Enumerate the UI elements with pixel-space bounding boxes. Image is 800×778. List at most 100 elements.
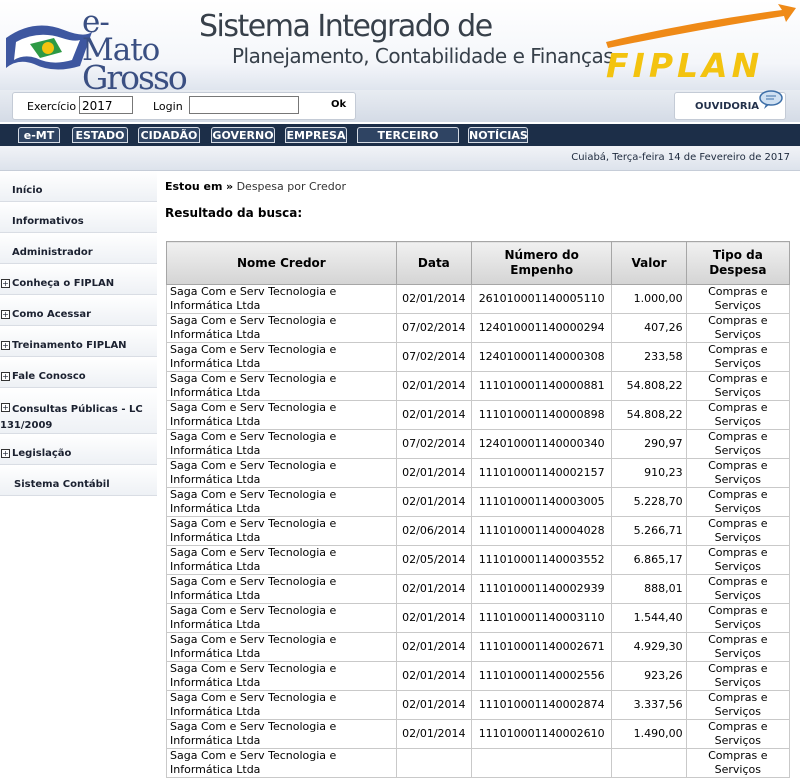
tab-governo[interactable]: GOVERNO bbox=[211, 127, 275, 143]
tab-noticias[interactable]: NOTÍCIAS bbox=[468, 127, 528, 143]
cell-valor: 54.808,22 bbox=[611, 371, 687, 401]
fiplan-logo[interactable]: FIPLAN bbox=[606, 46, 763, 85]
tab-empresa[interactable]: EMPRESA bbox=[285, 127, 347, 143]
flag-icon bbox=[6, 25, 92, 70]
cell-numero-empenho: 111010001140002939 bbox=[470, 574, 613, 604]
cell-valor: 5.228,70 bbox=[611, 487, 687, 517]
table-row: Saga Com e Serv Tecnologia e Informática… bbox=[166, 516, 791, 546]
sidebar-item-administrador[interactable]: Administrador bbox=[0, 233, 157, 264]
tab-estado[interactable]: ESTADO bbox=[72, 127, 128, 143]
sidebar-item-inicio[interactable]: Início bbox=[0, 171, 157, 202]
sidebar-item-label: Treinamento FIPLAN bbox=[12, 340, 127, 351]
login-form: Exercício 2017 Login Ok bbox=[12, 92, 356, 120]
cell-valor: 1.490,00 bbox=[611, 719, 687, 749]
sidebar-item-sistema-contabil[interactable]: Sistema Contábil bbox=[0, 465, 157, 496]
sidebar-item-label: Informativos bbox=[12, 216, 84, 227]
sidebar-item-label: Sistema Contábil bbox=[14, 479, 110, 490]
cell-data: 02/01/2014 bbox=[395, 719, 472, 749]
cell-valor: 54.808,22 bbox=[611, 400, 687, 430]
table-row: Saga Com e Serv Tecnologia e Informática… bbox=[166, 487, 791, 517]
exercicio-input[interactable]: 2017 bbox=[79, 96, 133, 114]
cell-data: 07/02/2014 bbox=[395, 313, 472, 343]
logo-wordmark: e-Mato Grosso bbox=[82, 4, 188, 95]
cell-nome-credor: Saga Com e Serv Tecnologia e Informática… bbox=[166, 632, 397, 662]
cell-nome-credor: Saga Com e Serv Tecnologia e Informática… bbox=[166, 458, 397, 488]
cell-numero-empenho: 111010001140002556 bbox=[470, 661, 613, 691]
expand-icon[interactable]: + bbox=[1, 279, 10, 288]
sidebar-item-label: Legislação bbox=[12, 448, 72, 459]
cell-numero-empenho: 111010001140003005 bbox=[470, 487, 613, 517]
main-nav: e-MT ESTADO CIDADÃO GOVERNO EMPRESA TERC… bbox=[0, 124, 800, 158]
cell-tipo-despesa: Compras e Serviços bbox=[685, 690, 791, 720]
cell-valor: 6.865,17 bbox=[611, 545, 687, 575]
login-bar: Exercício 2017 Login Ok OUVIDORIA bbox=[0, 90, 800, 122]
col-nome-credor[interactable]: Nome Credor bbox=[166, 241, 397, 285]
cell-numero-empenho: 111010001140000881 bbox=[470, 371, 613, 401]
sidebar-item-consultas-publicas[interactable]: + Consultas Públicas - LC 131/2009 bbox=[0, 388, 157, 434]
expand-icon[interactable]: + bbox=[1, 341, 10, 350]
cell-nome-credor: Saga Com e Serv Tecnologia e Informática… bbox=[166, 574, 397, 604]
result-title: Resultado da busca: bbox=[165, 206, 303, 220]
cell-valor: 4.929,30 bbox=[611, 632, 687, 662]
col-numero-empenho[interactable]: Número do Empenho bbox=[470, 241, 613, 285]
cell-nome-credor: Saga Com e Serv Tecnologia e Informática… bbox=[166, 371, 397, 401]
sidebar-item-legislacao[interactable]: + Legislação bbox=[0, 434, 157, 465]
tab-emt[interactable]: e-MT bbox=[18, 127, 60, 143]
cell-data: 02/05/2014 bbox=[395, 545, 472, 575]
col-label: Número do Empenho bbox=[504, 248, 579, 277]
table-row: Saga Com e Serv Tecnologia e Informática… bbox=[166, 632, 791, 662]
table-row: Saga Com e Serv Tecnologia e Informática… bbox=[166, 545, 791, 575]
cell-tipo-despesa: Compras e Serviços bbox=[685, 719, 791, 749]
cell-numero-empenho: 261010001140005110 bbox=[470, 284, 613, 314]
cell-nome-credor: Saga Com e Serv Tecnologia e Informática… bbox=[166, 603, 397, 633]
date-strip: Cuiabá, Terça-feira 14 de Fevereiro de 2… bbox=[0, 146, 800, 171]
login-label: Login bbox=[153, 100, 183, 113]
emt-logo[interactable]: e-Mato Grosso bbox=[0, 0, 188, 94]
breadcrumb-label: Estou em bbox=[165, 180, 223, 193]
col-valor[interactable]: Valor bbox=[611, 241, 687, 285]
cell-data: 02/01/2014 bbox=[395, 574, 472, 604]
cell-nome-credor: Saga Com e Serv Tecnologia e Informática… bbox=[166, 719, 397, 749]
cell-tipo-despesa: Compras e Serviços bbox=[685, 371, 791, 401]
ok-button[interactable]: Ok bbox=[331, 99, 346, 110]
table-body: Saga Com e Serv Tecnologia e Informática… bbox=[166, 284, 791, 778]
cell-valor: 888,01 bbox=[611, 574, 687, 604]
cell-tipo-despesa: Compras e Serviços bbox=[685, 313, 791, 343]
cell-nome-credor: Saga Com e Serv Tecnologia e Informática… bbox=[166, 748, 397, 778]
expand-icon[interactable]: + bbox=[1, 449, 10, 458]
col-tipo-despesa[interactable]: Tipo da Despesa bbox=[685, 241, 791, 285]
expand-icon[interactable]: + bbox=[1, 310, 10, 319]
expand-icon[interactable]: + bbox=[1, 372, 10, 381]
cell-tipo-despesa: Compras e Serviços bbox=[685, 632, 791, 662]
tab-cidadao[interactable]: CIDADÃO bbox=[138, 127, 200, 143]
breadcrumb: Estou em » Despesa por Credor bbox=[165, 180, 346, 193]
cell-numero-empenho: 111010001140002610 bbox=[470, 719, 613, 749]
cell-numero-empenho: 124010001140000294 bbox=[470, 313, 613, 343]
table-row: Saga Com e Serv Tecnologia e Informática… bbox=[166, 284, 791, 314]
cell-valor: 910,23 bbox=[611, 458, 687, 488]
sidebar-item-treinamento[interactable]: + Treinamento FIPLAN bbox=[0, 326, 157, 357]
cell-numero-empenho: 111010001140004028 bbox=[470, 516, 613, 546]
col-label: Valor bbox=[631, 255, 667, 270]
cell-data: 02/01/2014 bbox=[395, 603, 472, 633]
login-input[interactable] bbox=[189, 96, 299, 114]
cell-valor: 1.544,40 bbox=[611, 603, 687, 633]
sidebar-item-como-acessar[interactable]: + Como Acessar bbox=[0, 295, 157, 326]
sidebar-item-informativos[interactable]: Informativos bbox=[0, 202, 157, 233]
logo-line1: e-Mato bbox=[82, 4, 160, 68]
cell-data: 02/01/2014 bbox=[395, 458, 472, 488]
cell-numero-empenho: 124010001140000340 bbox=[470, 429, 613, 459]
cell-valor: 1.000,00 bbox=[611, 284, 687, 314]
cell-tipo-despesa: Compras e Serviços bbox=[685, 661, 791, 691]
table-row: Saga Com e Serv Tecnologia e Informática… bbox=[166, 748, 791, 778]
speech-bubble-icon[interactable] bbox=[758, 90, 784, 110]
cell-valor: 5.266,71 bbox=[611, 516, 687, 546]
tab-terceiro-setor[interactable]: TERCEIRO SETOR bbox=[357, 127, 459, 158]
table-row: Saga Com e Serv Tecnologia e Informática… bbox=[166, 719, 791, 749]
sidebar-item-conheca[interactable]: + Conheça o FIPLAN bbox=[0, 264, 157, 295]
cell-tipo-despesa: Compras e Serviços bbox=[685, 574, 791, 604]
cell-numero-empenho: 111010001140002157 bbox=[470, 458, 613, 488]
col-data[interactable]: Data bbox=[395, 241, 472, 285]
table-row: Saga Com e Serv Tecnologia e Informática… bbox=[166, 661, 791, 691]
sidebar-item-fale-conosco[interactable]: + Fale Conosco bbox=[0, 357, 157, 388]
